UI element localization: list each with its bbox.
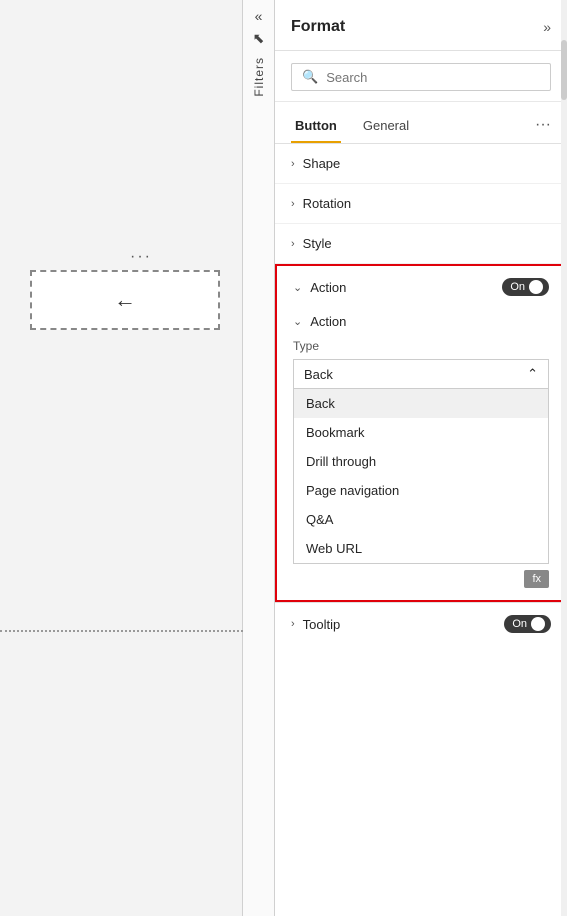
action-section: ⌄ Action On ⌄ Action Type Back ⌃ [275, 264, 567, 602]
rotation-label: Rotation [303, 196, 351, 211]
format-expand-icon[interactable]: » [543, 19, 551, 35]
dropdown-item-back[interactable]: Back [294, 389, 548, 418]
action-chevron-icon: ⌄ [293, 281, 302, 294]
tooltip-toggle-label: On [512, 618, 527, 630]
tooltip-toggle-circle [531, 617, 545, 631]
dropdown-chevron-up-icon: ⌃ [527, 366, 538, 382]
scrollbar-thumb[interactable] [561, 40, 567, 100]
dropdown-selected[interactable]: Back ⌃ [293, 359, 549, 389]
type-label: Type [293, 339, 549, 353]
search-icon: 🔍 [302, 69, 318, 85]
format-header: Format » [275, 0, 567, 51]
rotation-chevron-icon: › [291, 198, 295, 210]
action-sub-label: Action [310, 314, 346, 329]
dropdown-list: Back Bookmark Drill through Page navigat… [293, 389, 549, 564]
tooltip-section[interactable]: › Tooltip On [275, 602, 567, 645]
shape-label: Shape [303, 156, 341, 171]
format-title: Format [291, 18, 345, 36]
filters-collapse-icon[interactable]: « [255, 8, 263, 24]
tabs-more-icon[interactable]: ··· [535, 116, 551, 140]
canvas-ellipsis: ··· [130, 248, 152, 266]
dropdown-item-drill-through[interactable]: Drill through [294, 447, 548, 476]
search-input[interactable] [326, 70, 540, 85]
back-button-widget: ← [30, 270, 220, 330]
dropdown-item-bookmark[interactable]: Bookmark [294, 418, 548, 447]
section-style[interactable]: › Style [275, 224, 567, 264]
type-dropdown: Back ⌃ Back Bookmark Drill through Page … [293, 359, 549, 564]
action-toggle-label: On [510, 281, 525, 293]
tab-button[interactable]: Button [291, 112, 341, 143]
search-box: 🔍 [291, 63, 551, 91]
action-sub-header[interactable]: ⌄ Action [293, 308, 549, 339]
tooltip-toggle[interactable]: On [504, 615, 551, 633]
filters-label: Filters [252, 57, 266, 97]
action-toggle[interactable]: On [502, 278, 549, 296]
filters-sidebar: « ⬉ Filters [243, 0, 275, 916]
format-panel: Format » 🔍 Button General ··· › Shape › … [275, 0, 567, 916]
dropdown-item-web-url[interactable]: Web URL [294, 534, 548, 563]
back-arrow-icon: ← [114, 287, 136, 313]
section-rotation[interactable]: › Rotation [275, 184, 567, 224]
action-toggle-circle [529, 280, 543, 294]
tabs-row: Button General ··· [275, 102, 567, 144]
fx-button[interactable]: fx [524, 570, 549, 588]
fx-button-row: fx [293, 570, 549, 588]
action-sub-chevron-icon: ⌄ [293, 315, 302, 328]
filters-funnel-icon: ⬉ [253, 30, 265, 47]
canvas-area: ··· ← [0, 0, 243, 916]
action-section-header[interactable]: ⌄ Action On [277, 266, 565, 308]
action-label: Action [310, 280, 502, 295]
dropdown-item-page-navigation[interactable]: Page navigation [294, 476, 548, 505]
dropdown-item-qa[interactable]: Q&A [294, 505, 548, 534]
style-chevron-icon: › [291, 238, 295, 250]
section-shape[interactable]: › Shape [275, 144, 567, 184]
dropdown-selected-value: Back [304, 367, 333, 382]
scrollbar-track [561, 0, 567, 916]
shape-chevron-icon: › [291, 158, 295, 170]
action-inner-content: ⌄ Action Type Back ⌃ Back Bookmark Drill… [277, 308, 565, 600]
tooltip-chevron-icon: › [291, 618, 295, 630]
tooltip-label: Tooltip [303, 617, 505, 632]
search-container: 🔍 [275, 51, 567, 102]
style-label: Style [303, 236, 332, 251]
tab-general[interactable]: General [359, 112, 413, 143]
canvas-divider [0, 630, 243, 632]
